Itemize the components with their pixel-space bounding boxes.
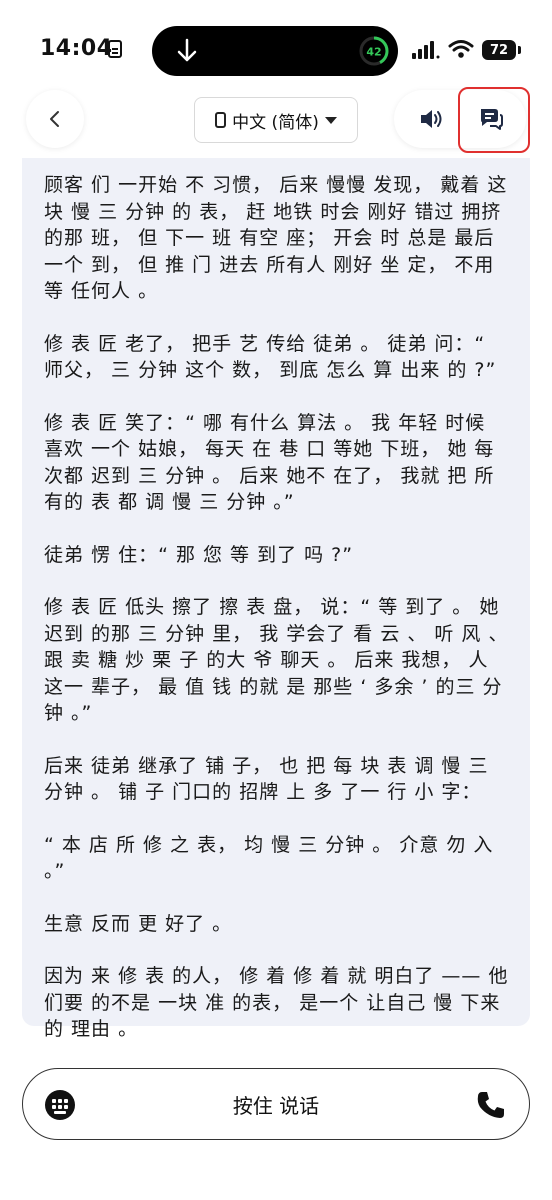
status-time: 14:04: [40, 36, 113, 61]
download-arrow-icon: [177, 38, 197, 62]
story-paragraph: “ 本 店 所 修 之 表， 均 慢 三 分钟 。 介意 勿 入 。”: [44, 833, 494, 883]
battery-ring-icon: 42: [359, 36, 389, 66]
story-paragraph: 修 表 匠 低头 擦了 擦 表 盘， 说：“ 等 到了 。 她 迟到 的那 三 …: [44, 596, 509, 724]
story-paragraph: 徒弟 愣 住：“ 那 您 等 到了 吗 ?”: [44, 543, 354, 566]
phone-icon: [477, 1092, 504, 1118]
hold-to-talk-label: 按住 说话: [232, 1093, 320, 1118]
battery-ring-value: 42: [366, 46, 381, 59]
speaker-button[interactable]: [412, 103, 452, 135]
language-select[interactable]: 中文 (简体): [194, 97, 358, 143]
story-paragraph: 修 表 匠 笑了：“ 哪 有什么 算法 。 我 年轻 时候 喜欢 一个 姑娘， …: [44, 411, 495, 514]
call-button[interactable]: [475, 1089, 507, 1121]
signal-icon: [412, 41, 440, 59]
hold-to-talk-button[interactable]: 按住 说话: [23, 1069, 529, 1139]
battery-level: 72: [489, 42, 509, 58]
story-paragraph: 因为 来 修 表 的人， 修 着 修 着 就 明白了 —— 他们要 的不是 一块…: [44, 965, 509, 1040]
back-button[interactable]: [26, 90, 84, 148]
story-text: 顾客 们 一开始 不 习惯， 后来 慢慢 发现， 戴着 这块 慢 三 分钟 的 …: [44, 172, 510, 1069]
keyboard-button[interactable]: [45, 1090, 75, 1120]
battery-tip: [518, 46, 521, 54]
speaker-icon: [421, 110, 442, 128]
story-paragraph: 后来 徒弟 继承了 铺 子， 也 把 每 块 表 调 慢 三 分钟 。 铺 子 …: [44, 754, 489, 804]
language-label: 中文 (简体): [232, 112, 319, 133]
status-bar: 14:04 42 72: [0, 0, 552, 90]
dynamic-island: 42: [152, 26, 398, 76]
wifi-icon: [448, 40, 474, 58]
caret-down-icon: [324, 116, 337, 124]
highlight-box: [458, 87, 530, 153]
story-paragraph: 生意 反而 更 好了 。: [44, 912, 233, 935]
device-icon: [215, 112, 227, 128]
chevron-left-icon: [50, 111, 59, 127]
battery-icon: 72: [482, 40, 516, 60]
story-paragraph: 修 表 匠 老了， 把手 艺 传给 徒弟 。 徒弟 问：“ 师父， 三 分钟 这…: [44, 332, 497, 382]
voice-input-bar: 按住 说话: [22, 1068, 530, 1140]
id-card-icon: [108, 40, 122, 58]
story-paragraph: 顾客 们 一开始 不 习惯， 后来 慢慢 发现， 戴着 这块 慢 三 分钟 的 …: [44, 174, 508, 302]
